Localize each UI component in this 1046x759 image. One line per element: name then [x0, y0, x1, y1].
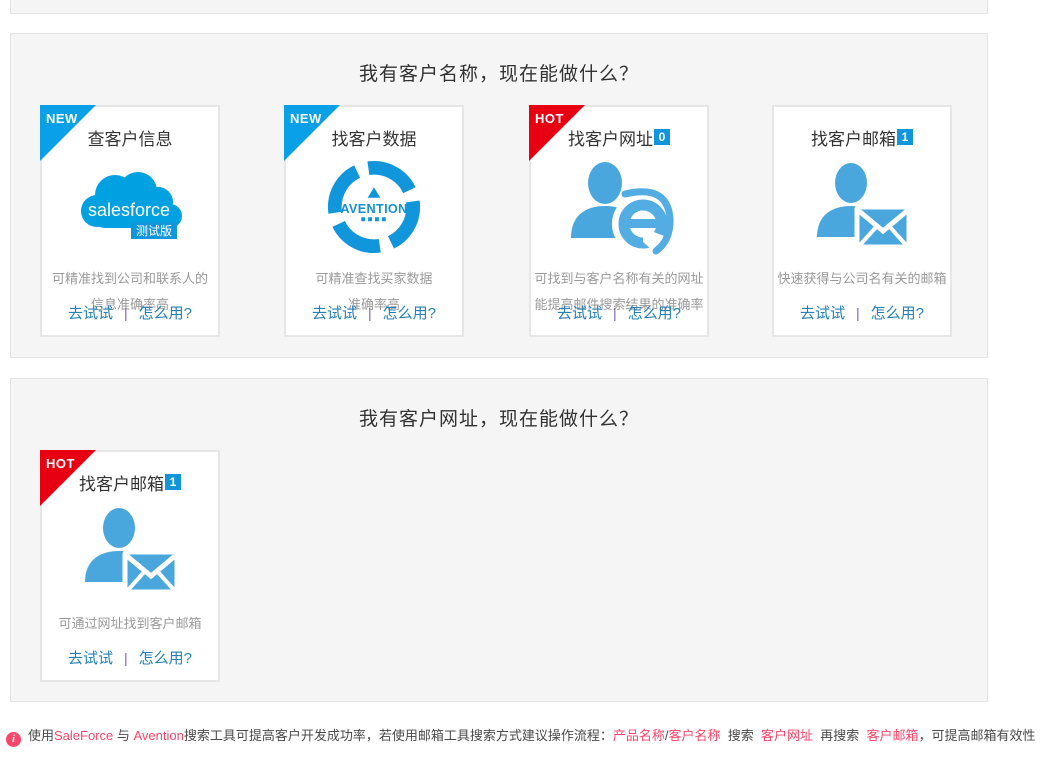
tip-text-segment: ，可提高邮箱有效性: [918, 728, 1035, 743]
tip-text-segment: 客户网址: [761, 728, 813, 743]
section-customer-url: 我有客户网址，现在能做什么？ HOT 找客户邮箱1: [10, 378, 988, 702]
person-email-icon: [811, 159, 913, 255]
how-link[interactable]: 怎么用?: [871, 305, 924, 322]
how-link[interactable]: 怎么用?: [383, 305, 436, 322]
ribbon-label: HOT: [46, 456, 75, 471]
ribbon-label: HOT: [535, 111, 564, 126]
try-link[interactable]: 去试试: [68, 650, 113, 667]
tip-text-segment: 搜索工具可提高客户开发成功率，若使用邮箱工具搜索方式建议操作流程：: [184, 728, 613, 743]
tip-text-segment: 产品名称: [613, 728, 665, 743]
how-link[interactable]: 怎么用?: [139, 305, 192, 322]
ribbon-label: NEW: [46, 111, 78, 126]
section-customer-name: 我有客户名称，现在能做什么？ NEW 查客户信息: [10, 33, 988, 358]
link-separator: |: [124, 305, 128, 321]
card-find-customer-data: NEW 找客户数据 AVENTION 可精准查找买家数据 准确率高 去试试|怎么…: [284, 105, 464, 337]
tip-text-segment: 再搜索: [813, 728, 866, 743]
tip-text-segment: Avention: [134, 728, 184, 743]
tip-text-segment: SaleForce: [54, 728, 113, 743]
section-title: 我有客户名称，现在能做什么？: [11, 34, 987, 86]
try-link[interactable]: 去试试: [557, 305, 602, 322]
try-link[interactable]: 去试试: [800, 305, 845, 322]
how-link[interactable]: 怎么用?: [139, 650, 192, 667]
card-find-email-by-url: HOT 找客户邮箱1 可通过网址找到客户邮箱: [40, 450, 220, 682]
tip-text-segment: 客户名称: [669, 728, 721, 743]
section-title: 我有客户网址，现在能做什么？: [11, 379, 987, 431]
count-badge: 1: [897, 129, 913, 145]
link-separator: |: [613, 305, 617, 321]
card-description: 可通过网址找到客户邮箱: [42, 611, 218, 637]
ribbon-label: NEW: [290, 111, 322, 126]
salesforce-trial-tag: 测试版: [136, 223, 172, 238]
salesforce-logo-icon: salesforce 测试版: [71, 164, 189, 250]
count-badge: 1: [165, 474, 181, 490]
tip-text-segment: 使用: [28, 728, 54, 743]
tip-text-segment: 搜索: [721, 728, 761, 743]
how-link[interactable]: 怎么用?: [628, 305, 681, 322]
card-check-customer-info: NEW 查客户信息 salesforce 测试版: [40, 105, 220, 337]
avention-logo-icon: AVENTION: [325, 158, 423, 256]
tip-text-segment: 与: [113, 728, 133, 743]
top-bar: [10, 0, 988, 14]
tip-text-segment: 客户邮箱: [866, 728, 918, 743]
card-title: 找客户邮箱1: [774, 125, 950, 150]
try-link[interactable]: 去试试: [312, 305, 357, 322]
link-separator: |: [856, 305, 860, 321]
card-description: 快速获得与公司名有关的邮箱: [774, 266, 950, 292]
count-badge: 0: [654, 129, 670, 145]
card-find-customer-website: HOT 找客户网址0 可找到与客户名称有关: [529, 105, 709, 337]
footer-tip: i 使用SaleForce 与 Avention搜索工具可提高客户开发成功率，若使…: [6, 726, 1044, 747]
person-browser-icon: [563, 158, 675, 256]
card-find-customer-email: 找客户邮箱1 快速获得与公司名有关的邮箱 去试试 | 怎么用?: [772, 105, 952, 337]
link-separator: |: [368, 305, 372, 321]
salesforce-logo-text: salesforce: [88, 200, 170, 220]
link-separator: |: [124, 650, 128, 666]
info-icon: i: [6, 732, 21, 747]
try-link[interactable]: 去试试: [68, 305, 113, 322]
avention-logo-text: AVENTION: [340, 201, 407, 216]
person-email-icon: [79, 504, 181, 600]
